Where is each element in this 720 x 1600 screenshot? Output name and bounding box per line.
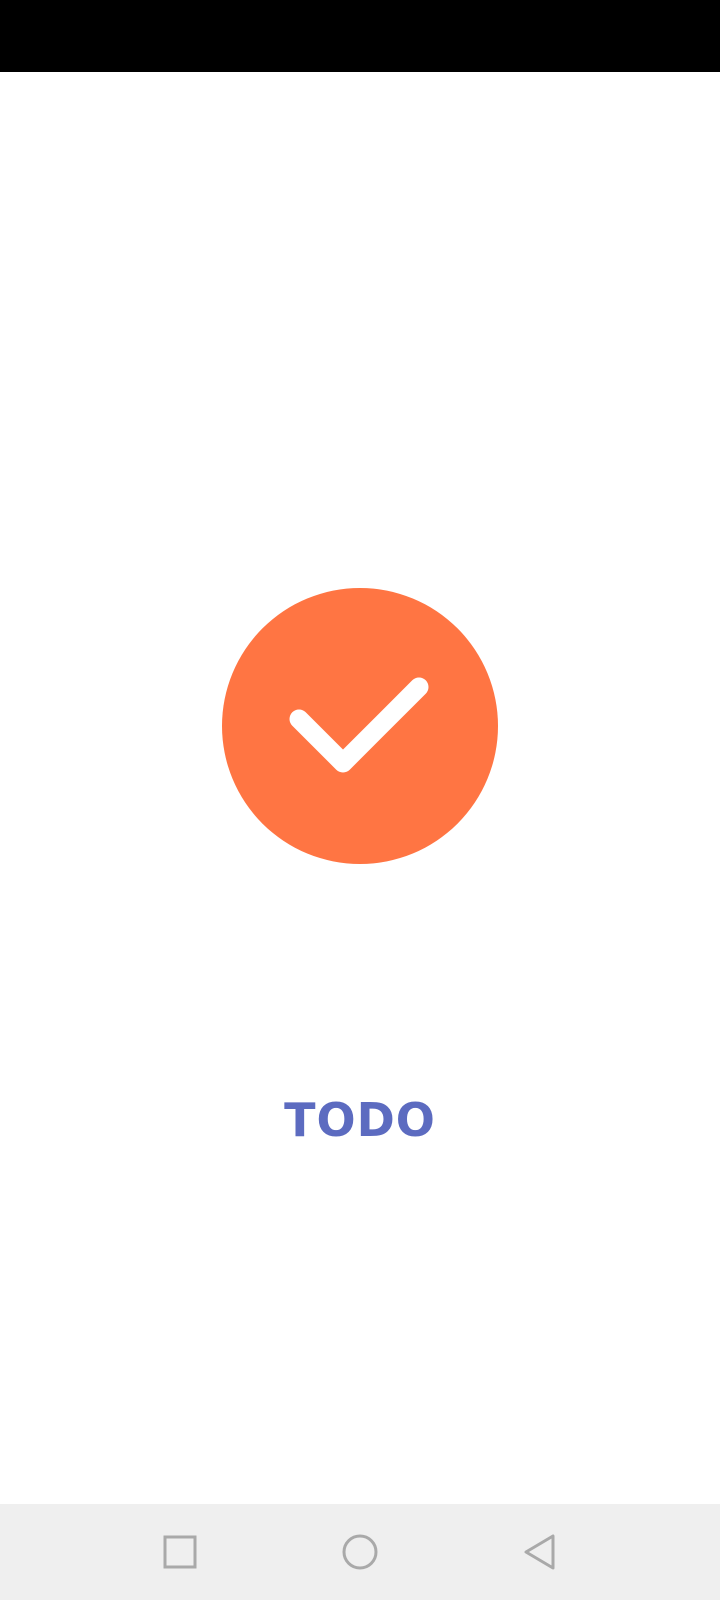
triangle-back-icon <box>524 1534 555 1570</box>
splash-screen: TODO <box>0 0 720 1600</box>
check-icon <box>289 677 429 773</box>
status-bar <box>0 0 720 72</box>
recents-button[interactable] <box>150 1522 210 1582</box>
back-button[interactable] <box>510 1522 570 1582</box>
home-button[interactable] <box>330 1522 390 1582</box>
square-icon <box>163 1535 197 1569</box>
app-logo <box>222 588 498 864</box>
circle-icon <box>342 1534 378 1570</box>
app-name: TODO <box>284 1093 436 1147</box>
navigation-bar <box>0 1504 720 1600</box>
